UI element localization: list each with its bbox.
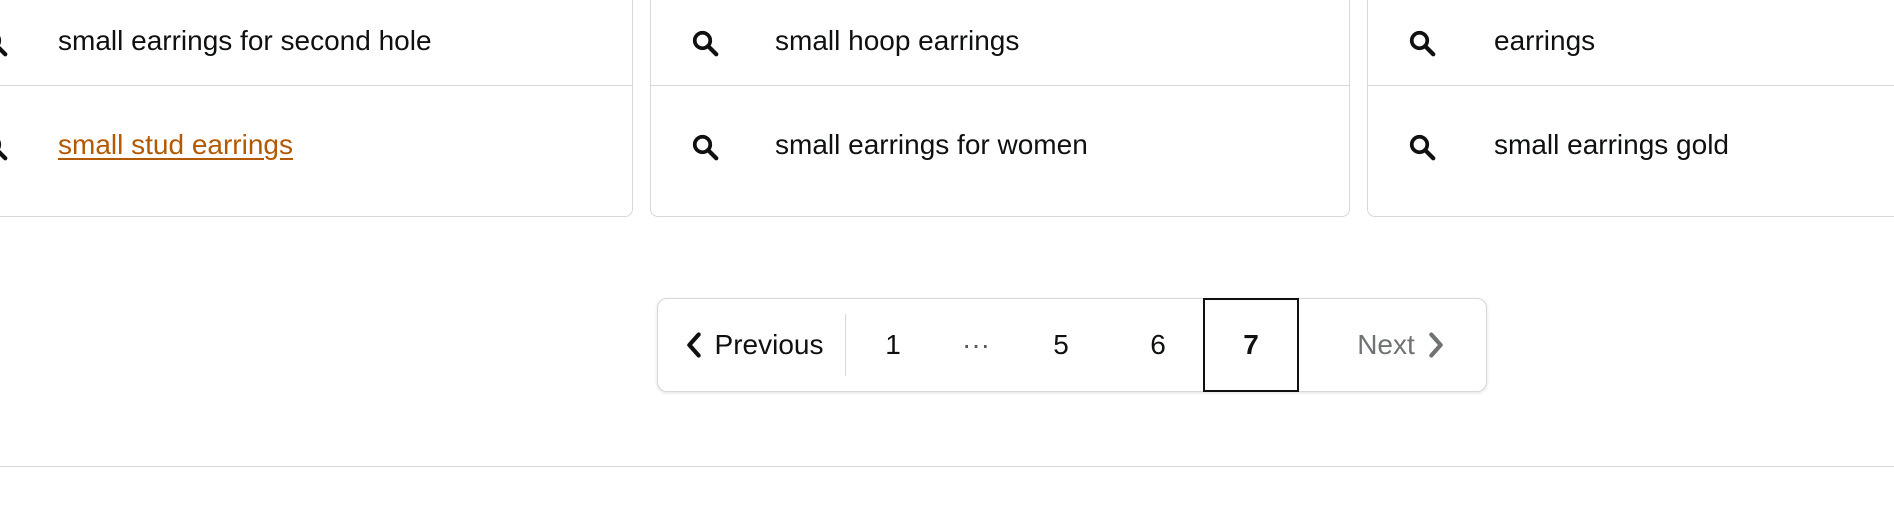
search-icon xyxy=(1409,134,1436,161)
related-search-label: small hoop earrings xyxy=(775,25,1020,56)
search-icon xyxy=(0,35,8,57)
previous-page-button[interactable]: Previous xyxy=(678,299,828,391)
next-page-button: Next xyxy=(1338,299,1466,391)
related-search-label: small earrings for women xyxy=(775,129,1088,160)
pagination: Previous 1 ··· 5 6 7 Next xyxy=(657,298,1487,392)
section-divider xyxy=(0,466,1894,467)
related-search-item[interactable]: small earrings for women xyxy=(651,86,1349,208)
related-searches-column-3: earrings small earrings gold xyxy=(1367,0,1894,217)
current-page: 7 xyxy=(1203,298,1299,392)
search-icon xyxy=(1409,30,1436,57)
related-searches-column-1: small earrings for second hole small stu… xyxy=(0,0,633,217)
related-search-label: earrings xyxy=(1494,25,1596,56)
related-search-item[interactable]: small earrings gold xyxy=(1368,86,1894,208)
page-5-button[interactable]: 5 xyxy=(1012,299,1110,391)
related-search-label: small earrings for second hole xyxy=(58,25,432,56)
page-6-button[interactable]: 6 xyxy=(1110,299,1206,391)
related-search-item[interactable]: small hoop earrings xyxy=(651,1,1349,86)
chevron-left-icon xyxy=(686,332,701,358)
related-searches-column-2: small hoop earrings small earrings for w… xyxy=(650,0,1350,217)
page-1-button[interactable]: 1 xyxy=(846,299,940,391)
search-icon xyxy=(0,139,8,161)
previous-page-label: Previous xyxy=(714,329,824,360)
chevron-right-icon xyxy=(1429,332,1443,358)
related-search-item[interactable]: small stud earrings xyxy=(0,86,632,208)
search-icon xyxy=(692,134,719,161)
related-search-item[interactable]: earrings xyxy=(1368,1,1894,86)
next-page-label: Next xyxy=(1357,329,1415,360)
related-search-label: small earrings gold xyxy=(1494,129,1729,160)
related-search-item[interactable]: small earrings for second hole xyxy=(0,1,632,86)
pagination-ellipsis: ··· xyxy=(962,329,990,360)
related-search-label: small stud earrings xyxy=(58,129,293,160)
search-icon xyxy=(692,30,719,57)
